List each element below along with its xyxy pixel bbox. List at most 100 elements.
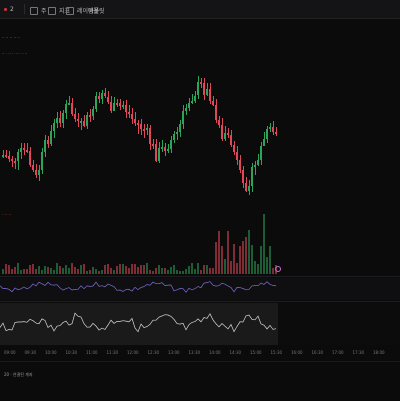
candle bbox=[8, 155, 10, 159]
candle bbox=[182, 111, 184, 124]
volume-bar bbox=[125, 265, 127, 274]
time-tick: 13:30 bbox=[188, 350, 201, 355]
volume-bar bbox=[188, 265, 190, 274]
volume-bar bbox=[38, 265, 40, 274]
volume-bar bbox=[53, 269, 55, 274]
price-chart[interactable] bbox=[0, 60, 400, 210]
interval-button[interactable]: 주 bbox=[30, 6, 47, 15]
volume-bar bbox=[23, 268, 25, 274]
candle bbox=[125, 105, 127, 112]
volume-bar bbox=[17, 263, 19, 274]
volume-bar bbox=[212, 267, 214, 274]
candle bbox=[221, 124, 223, 140]
candle bbox=[41, 152, 43, 170]
time-tick: 12:00 bbox=[127, 350, 139, 355]
bottom-bar: 20 · 연결된 계좌 bbox=[0, 361, 400, 401]
volume-bar bbox=[20, 269, 22, 274]
volume-bar bbox=[62, 268, 64, 274]
candle-wick bbox=[137, 120, 139, 134]
panel-divider[interactable] bbox=[0, 301, 400, 302]
volume-bar bbox=[263, 214, 265, 274]
oscillator-panel[interactable] bbox=[0, 303, 400, 345]
volume-bar bbox=[230, 261, 232, 274]
volume-bar bbox=[173, 265, 175, 274]
candle bbox=[143, 129, 145, 132]
candle bbox=[209, 88, 211, 101]
candle bbox=[215, 105, 217, 120]
volume-bar bbox=[50, 267, 52, 274]
volume-bar bbox=[113, 270, 115, 274]
candle bbox=[206, 88, 208, 95]
candle bbox=[98, 95, 100, 100]
candle bbox=[26, 149, 28, 152]
volume-bar bbox=[242, 240, 244, 274]
candle bbox=[188, 102, 190, 109]
candle bbox=[2, 154, 4, 157]
time-tick: 10:30 bbox=[65, 350, 78, 355]
candle bbox=[29, 151, 31, 165]
candle bbox=[38, 169, 40, 176]
candle bbox=[164, 146, 166, 152]
candle-wick bbox=[80, 117, 82, 130]
volume-bar bbox=[11, 269, 13, 274]
time-tick: 10:00 bbox=[45, 350, 57, 355]
candle bbox=[179, 123, 181, 133]
volume-bar bbox=[218, 231, 220, 274]
volume-bar bbox=[32, 263, 34, 274]
candle bbox=[236, 151, 238, 161]
volume-bar bbox=[98, 271, 100, 274]
candle bbox=[173, 134, 175, 140]
candle bbox=[50, 131, 52, 144]
volume-bar bbox=[209, 268, 211, 274]
volume-bar bbox=[191, 263, 193, 274]
volume-bar bbox=[71, 263, 73, 274]
volume-chart[interactable] bbox=[0, 210, 400, 274]
candle bbox=[65, 104, 67, 114]
rsi-panel[interactable] bbox=[0, 278, 400, 300]
candle bbox=[104, 93, 106, 97]
candle bbox=[224, 132, 226, 140]
candle bbox=[263, 138, 265, 146]
template-button[interactable]: 템플릿 bbox=[88, 6, 105, 15]
candle bbox=[170, 139, 172, 150]
candle bbox=[95, 95, 97, 109]
candle bbox=[260, 145, 262, 161]
candle bbox=[239, 160, 241, 170]
candle bbox=[116, 103, 118, 106]
account-label[interactable]: 20 · 연결된 계좌 bbox=[4, 372, 33, 378]
panel-divider[interactable] bbox=[0, 276, 400, 277]
volume-bar bbox=[185, 269, 187, 274]
volume-bar bbox=[221, 246, 223, 274]
crosshair-marker-icon bbox=[275, 266, 281, 272]
symbol-label: 2 bbox=[10, 6, 14, 13]
candle bbox=[83, 121, 85, 126]
candle bbox=[146, 128, 148, 131]
candle bbox=[62, 113, 64, 123]
candle bbox=[266, 129, 268, 139]
top-toolbar: 2 주 지표 레이아웃 템플릿 bbox=[0, 0, 400, 19]
volume-bar bbox=[161, 267, 163, 274]
volume-bar bbox=[254, 260, 256, 274]
candle-wick bbox=[254, 161, 256, 175]
candle bbox=[185, 108, 187, 112]
time-tick: 11:00 bbox=[86, 350, 98, 355]
volume-bar bbox=[86, 270, 88, 274]
volume-bar bbox=[203, 265, 205, 274]
candle bbox=[140, 124, 142, 130]
toolbar-divider bbox=[24, 4, 25, 14]
symbol-selector[interactable]: 2 bbox=[4, 6, 14, 13]
volume-bar bbox=[107, 263, 109, 274]
candle bbox=[149, 128, 151, 144]
time-tick: 17:00 bbox=[332, 350, 344, 355]
candle bbox=[197, 82, 199, 96]
time-tick: 14:30 bbox=[229, 350, 242, 355]
template-label: 템플릿 bbox=[88, 8, 105, 15]
candle bbox=[17, 151, 19, 162]
candle bbox=[251, 167, 253, 187]
candle bbox=[5, 154, 7, 157]
volume-bar bbox=[200, 269, 202, 274]
candle bbox=[14, 161, 16, 164]
candle bbox=[32, 164, 34, 171]
candle bbox=[20, 148, 22, 152]
candle bbox=[212, 101, 214, 105]
